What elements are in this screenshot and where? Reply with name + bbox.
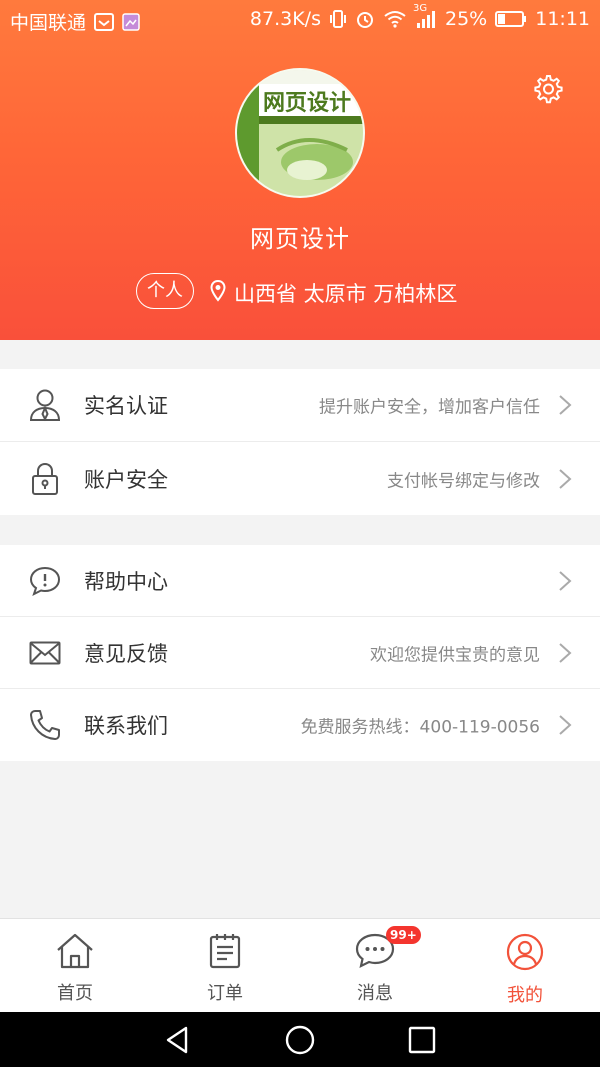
order-icon [209,933,241,973]
chevron-right-icon [558,642,572,664]
mail-icon [28,636,62,670]
account-type-badge: 个人 [136,273,194,309]
avatar[interactable]: 网页设计 [235,68,365,198]
row-desc: 欢迎您提供宝贵的意见 [370,645,540,665]
chevron-right-icon [558,468,572,490]
lock-icon [28,462,62,496]
row-desc: 免费服务热线：400-119-0056 [300,717,540,738]
phone-icon [28,708,62,742]
location-pin-icon [210,279,226,307]
row-desc: 提升账户安全，增加客户信任 [319,397,540,418]
row-title: 账户安全 [84,467,168,492]
home-circle-icon[interactable] [284,1024,316,1056]
chevron-right-icon [558,394,572,416]
tab-label: 首页 [57,983,93,1004]
settings-gear-icon[interactable] [532,73,564,105]
carrier-label: 中国联通 [10,12,87,34]
alarm-icon [355,9,375,29]
row-account-security[interactable]: 账户安全 支付帐号绑定与修改 [0,442,600,515]
wifi-icon [383,10,407,28]
battery-icon [495,10,527,28]
user-verify-icon [28,388,62,422]
location: 山西省 太原市 万柏林区 [210,278,457,308]
home-icon [56,933,94,973]
security-section: 实名认证 提升账户安全，增加客户信任 账户安全 支付帐号绑定与修改 [0,369,600,515]
support-section: 帮助中心 意见反馈 欢迎您提供宝贵的意见 联系我们 免费服务热线：400-119… [0,545,600,761]
row-title: 意见反馈 [84,641,168,666]
signal-icon: 3G [413,3,437,29]
recents-square-icon[interactable] [406,1024,438,1056]
bottom-tab-bar: 首页 订单 99+ 消息 我的 [0,918,600,1012]
row-title: 帮助中心 [84,569,168,594]
network-type: 3G [413,3,428,14]
row-contact-us[interactable]: 联系我们 免费服务热线：400-119-0056 [0,689,600,761]
chevron-right-icon [558,714,572,736]
row-title: 联系我们 [84,714,168,738]
vibrate-icon [329,9,347,29]
tab-label: 消息 [357,983,393,1004]
heart-notification-icon [94,12,115,31]
status-bar: 中国联通 87.3K/s 3G 25% 11:11 [0,0,600,38]
row-desc: 支付帐号绑定与修改 [387,471,540,491]
tab-home[interactable]: 首页 [0,919,150,1012]
row-realname-verification[interactable]: 实名认证 提升账户安全，增加客户信任 [0,369,600,442]
battery-percent: 25% [445,8,488,30]
avatar-book-title: 网页设计 [263,90,351,116]
tab-messages[interactable]: 99+ 消息 [300,919,450,1012]
profile-icon [506,933,544,975]
help-chat-icon [28,564,62,598]
username: 网页设计 [250,225,350,253]
row-feedback[interactable]: 意见反馈 欢迎您提供宝贵的意见 [0,617,600,689]
tab-label: 我的 [507,985,543,1006]
unread-badge: 99+ [386,926,421,944]
tab-label: 订单 [207,983,243,1004]
system-nav-bar [0,1012,600,1067]
row-title: 实名认证 [84,394,168,418]
network-speed: 87.3K/s [249,8,321,30]
back-triangle-icon[interactable] [162,1024,194,1056]
row-help-center[interactable]: 帮助中心 [0,545,600,617]
tab-profile[interactable]: 我的 [450,919,600,1012]
tab-orders[interactable]: 订单 [150,919,300,1012]
clock: 11:11 [535,8,590,30]
location-text: 山西省 太原市 万柏林区 [234,282,458,306]
profile-header: 中国联通 87.3K/s 3G 25% 11:11 网页设计 网页设计 个人 山… [0,0,600,340]
gallery-notification-icon [122,12,140,31]
chevron-right-icon [558,570,572,592]
